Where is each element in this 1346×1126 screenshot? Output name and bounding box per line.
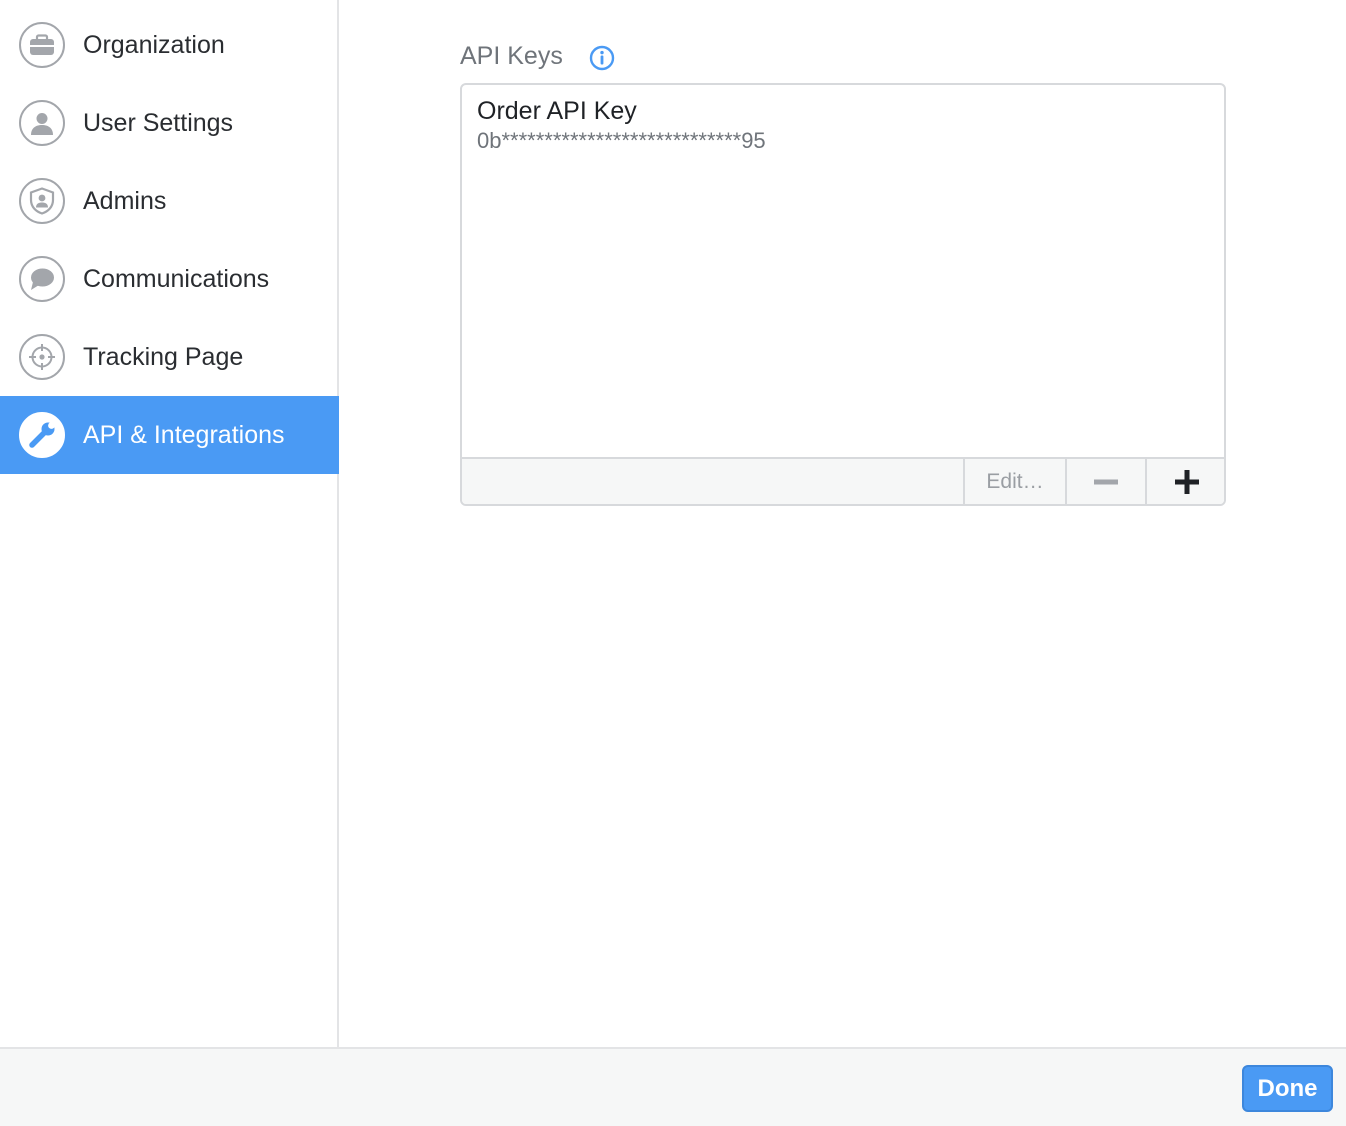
remove-key-button[interactable] [1065, 459, 1145, 504]
done-button[interactable]: Done [1242, 1065, 1333, 1112]
sidebar-item-communications[interactable]: Communications [0, 240, 339, 318]
shield-user-icon [19, 178, 65, 224]
wrench-icon [19, 412, 65, 458]
list-item[interactable]: Order API Key 0b************************… [462, 85, 1224, 165]
sidebar-item-label: Organization [83, 30, 225, 59]
user-icon [19, 100, 65, 146]
crosshair-icon [19, 334, 65, 380]
sidebar-item-label: API & Integrations [83, 420, 285, 449]
sidebar-item-label: Admins [83, 186, 167, 215]
sidebar-item-api-integrations[interactable]: API & Integrations [0, 396, 339, 474]
sidebar-item-label: Communications [83, 264, 270, 293]
api-keys-list: Order API Key 0b************************… [460, 83, 1226, 506]
briefcase-icon [19, 22, 65, 68]
api-key-masked-value: 0b****************************95 [477, 128, 766, 153]
sidebar-item-organization[interactable]: Organization [0, 6, 339, 84]
sidebar-item-label: Tracking Page [83, 342, 244, 371]
settings-window: Organization User Settings Admins Commun… [0, 0, 1346, 1126]
sidebar: Organization User Settings Admins Commun… [0, 0, 339, 1047]
list-toolbar: Edit… [462, 457, 1224, 504]
sidebar-item-tracking-page[interactable]: Tracking Page [0, 318, 339, 396]
sidebar-item-admins[interactable]: Admins [0, 162, 339, 240]
info-icon[interactable] [589, 45, 615, 71]
add-key-button[interactable] [1145, 459, 1224, 504]
section-title: API Keys [460, 42, 563, 70]
dialog-footer: Done [0, 1047, 1346, 1126]
minus-icon [1094, 479, 1118, 484]
sidebar-item-user-settings[interactable]: User Settings [0, 84, 339, 162]
edit-button[interactable]: Edit… [963, 459, 1065, 504]
plus-icon [1174, 469, 1199, 494]
sidebar-item-label: User Settings [83, 108, 234, 137]
api-key-name: Order API Key [477, 97, 637, 125]
chat-bubble-icon [19, 256, 65, 302]
